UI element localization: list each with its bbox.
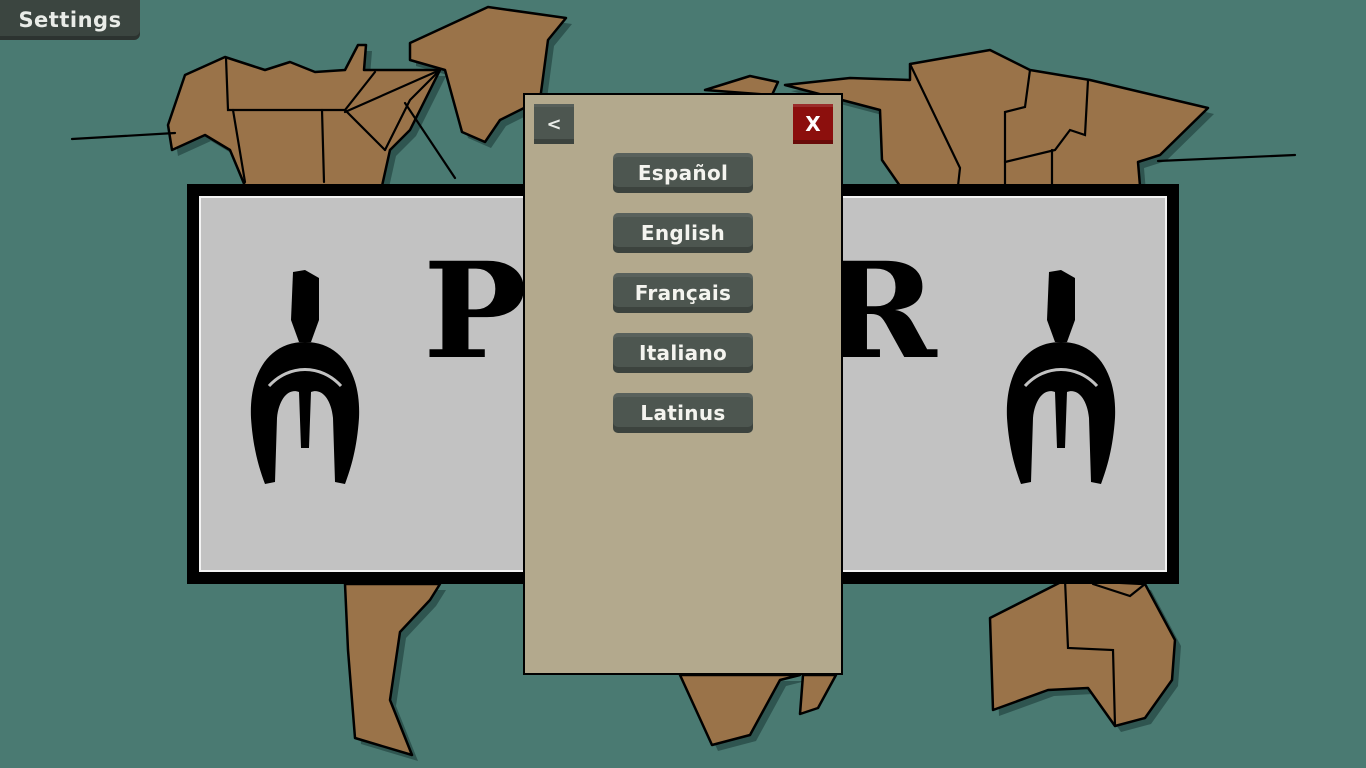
language-list: Español English Français Italiano Latinu… bbox=[613, 153, 753, 433]
language-option-english[interactable]: English bbox=[613, 213, 753, 253]
back-button[interactable]: < bbox=[534, 104, 574, 144]
language-option-francais[interactable]: Français bbox=[613, 273, 753, 313]
language-option-espanol[interactable]: Español bbox=[613, 153, 753, 193]
language-option-latinus[interactable]: Latinus bbox=[613, 393, 753, 433]
settings-button[interactable]: Settings bbox=[0, 0, 140, 40]
language-dialog: < X Español English Français Italiano La… bbox=[523, 93, 843, 675]
language-option-italiano[interactable]: Italiano bbox=[613, 333, 753, 373]
spartan-helmet-icon bbox=[1006, 270, 1116, 484]
close-button[interactable]: X bbox=[793, 104, 833, 144]
